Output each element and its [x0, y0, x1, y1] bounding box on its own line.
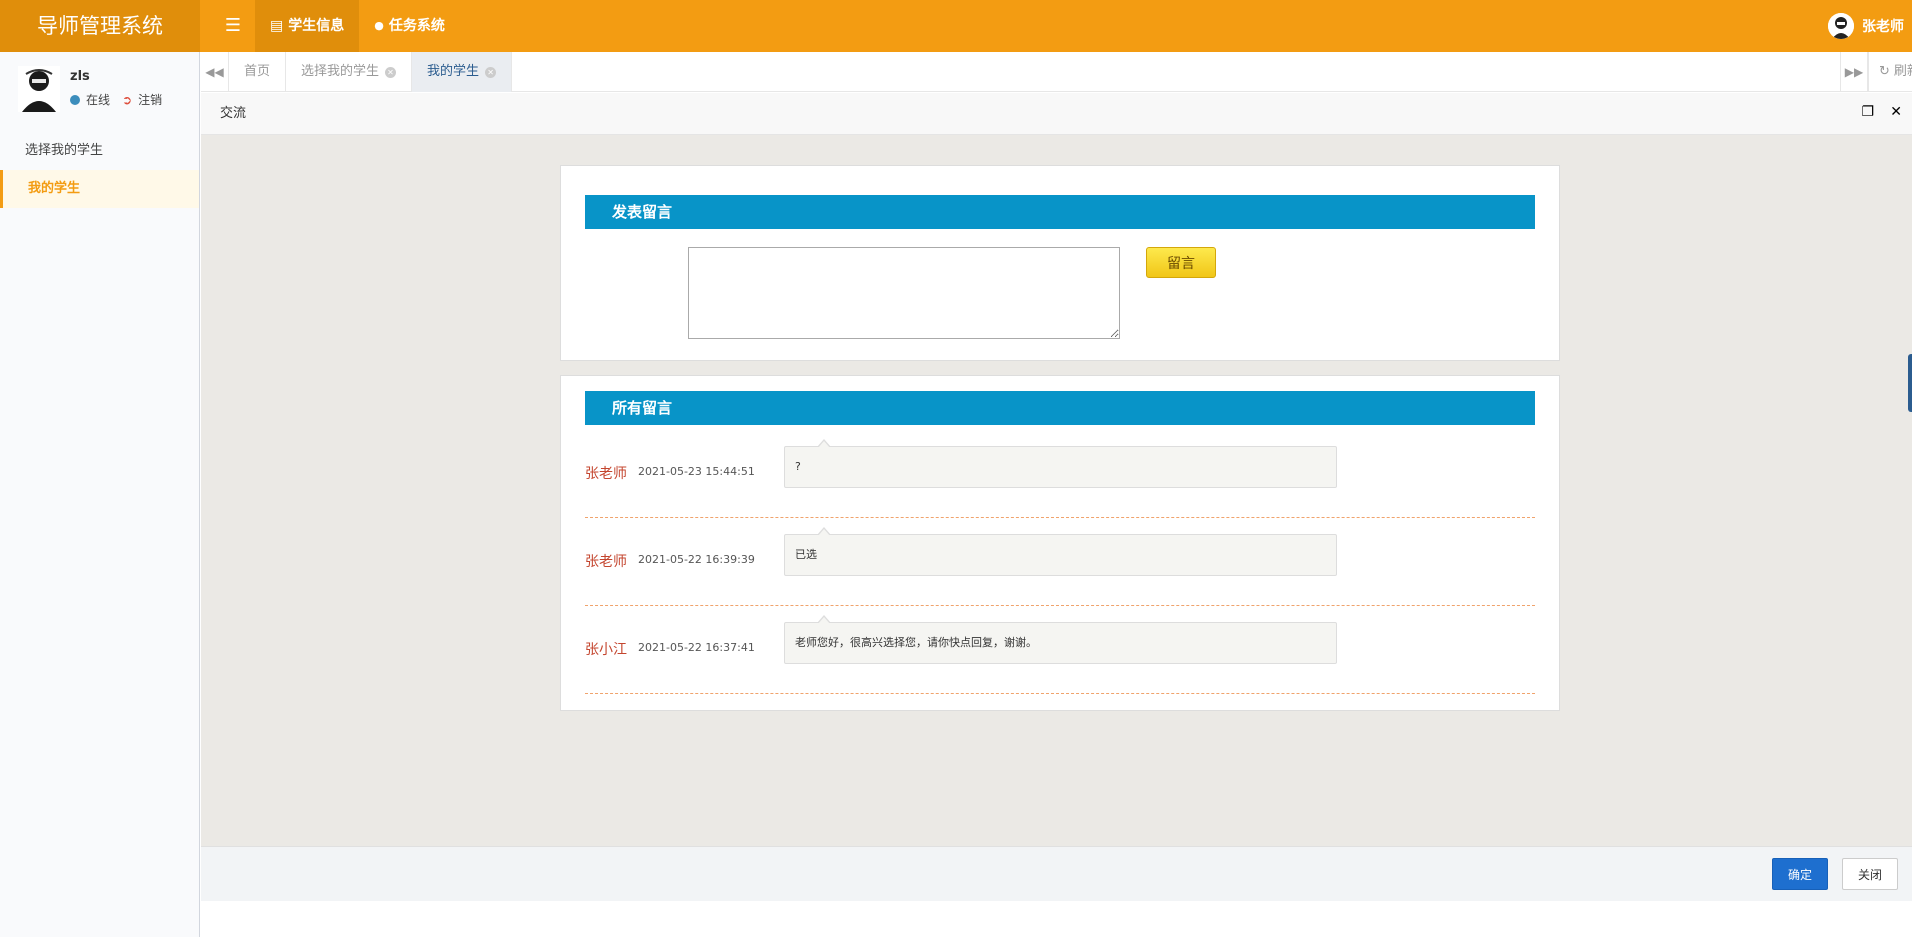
- dialog-title-bar: 交流 ❐ ✕: [201, 93, 1912, 135]
- user-name-top: 张老师: [1862, 19, 1904, 35]
- logout-link[interactable]: 注销: [138, 91, 162, 108]
- dialog-footer: 确定 关闭: [201, 846, 1912, 901]
- tab-scroll-left-icon[interactable]: ◀◀: [201, 52, 229, 92]
- tab-close-icon[interactable]: ✕: [485, 66, 497, 78]
- maximize-icon[interactable]: ❐: [1861, 104, 1874, 120]
- message-time: 2021-05-22 16:39:39: [638, 553, 755, 566]
- user-menu[interactable]: 张老师: [1828, 0, 1904, 52]
- close-button[interactable]: 关闭: [1842, 858, 1898, 890]
- top-header: 导师管理系统 ☰ ▤ 学生信息 ● 任务系统 张老师: [0, 0, 1912, 52]
- sidebar: zls 在线 ➲ 注销 选择我的学生 我的学生: [0, 52, 200, 937]
- message-content: 已选: [784, 527, 1337, 576]
- topnav-student-info-label: 学生信息: [288, 18, 345, 34]
- topnav-student-info[interactable]: ▤ 学生信息: [255, 0, 360, 52]
- message-time: 2021-05-22 16:37:41: [638, 641, 755, 654]
- message-time: 2021-05-23 15:44:51: [638, 465, 755, 478]
- menu-toggle-icon[interactable]: ☰: [213, 0, 253, 52]
- refresh-label: 刷新: [1893, 64, 1912, 79]
- messages-card: 所有留言 张老师 2021-05-23 15:44:51 ? 张老师 2021-…: [560, 375, 1560, 711]
- sidebar-item-my-students[interactable]: 我的学生: [0, 170, 199, 208]
- tabs-bar: ◀◀ 首页 选择我的学生 ✕ 我的学生 ✕ ▶▶ ↻ 刷新: [201, 52, 1912, 92]
- online-status-label: 在线: [86, 93, 111, 107]
- list-item: 张老师 2021-05-22 16:39:39 已选: [585, 518, 1535, 606]
- user-panel: zls 在线 ➲ 注销: [0, 52, 199, 122]
- online-status-icon: [70, 94, 80, 105]
- confirm-button[interactable]: 确定: [1772, 858, 1828, 890]
- sidebar-username: zls: [70, 69, 90, 84]
- topnav-task-system-label: 任务系统: [388, 18, 445, 34]
- drop-icon: ●: [374, 19, 384, 32]
- tab-close-icon[interactable]: ✕: [385, 66, 397, 78]
- logout-icon[interactable]: ➲: [122, 93, 132, 107]
- top-nav: ▤ 学生信息 ● 任务系统: [255, 0, 460, 52]
- list-item: 张老师 2021-05-23 15:44:51 ?: [585, 430, 1535, 518]
- message-content: ?: [784, 439, 1337, 488]
- tab-home[interactable]: 首页: [229, 52, 287, 92]
- tab-home-label: 首页: [244, 64, 271, 79]
- user-status: 在线 ➲ 注销: [70, 91, 162, 108]
- tab-my-students-label: 我的学生: [427, 64, 480, 79]
- post-section-title: 发表留言: [585, 195, 1535, 229]
- messages-section-title: 所有留言: [585, 391, 1535, 425]
- id-card-icon: ▤: [270, 18, 284, 34]
- close-icon[interactable]: ✕: [1890, 104, 1902, 120]
- user-avatar: [1828, 13, 1854, 39]
- bottom-strip: [201, 901, 1912, 937]
- refresh-icon: ↻: [1879, 64, 1890, 79]
- app-logo[interactable]: 导师管理系统: [0, 0, 200, 52]
- avatar: [18, 66, 60, 112]
- tab-scroll-right-icon[interactable]: ▶▶: [1840, 52, 1868, 92]
- list-item: 张小江 2021-05-22 16:37:41 老师您好，很高兴选择您，请你快点…: [585, 606, 1535, 694]
- refresh-button[interactable]: ↻ 刷新: [1868, 52, 1912, 92]
- post-message-card: 发表留言 留言: [560, 165, 1560, 361]
- topnav-task-system[interactable]: ● 任务系统: [359, 0, 460, 52]
- tab-select-students[interactable]: 选择我的学生 ✕: [286, 52, 413, 92]
- tab-select-students-label: 选择我的学生: [301, 64, 380, 79]
- message-author: 张老师: [585, 554, 627, 570]
- message-author: 张老师: [585, 466, 627, 482]
- side-scroll-handle[interactable]: [1908, 354, 1912, 412]
- message-input[interactable]: [688, 247, 1120, 339]
- dialog-title: 交流: [220, 106, 247, 121]
- sidebar-item-select-students[interactable]: 选择我的学生: [0, 132, 199, 170]
- tab-my-students[interactable]: 我的学生 ✕: [412, 52, 513, 92]
- message-author: 张小江: [585, 642, 627, 658]
- tabs-right-tools: ▶▶ ↻ 刷新: [1840, 52, 1912, 92]
- message-content: 老师您好，很高兴选择您，请你快点回复，谢谢。: [784, 615, 1337, 664]
- post-message-button[interactable]: 留言: [1146, 247, 1216, 278]
- dialog-body: 发表留言 留言 所有留言 张老师 2021-05-23 15:44:51 ? 张…: [201, 135, 1912, 846]
